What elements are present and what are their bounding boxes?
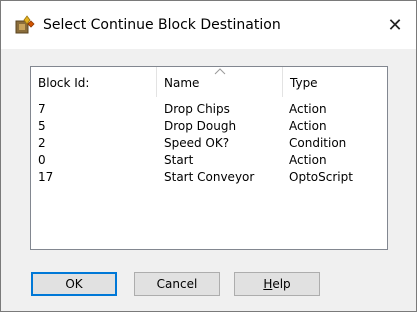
block-name-cell: Drop Dough [164, 119, 237, 133]
help-button-label: Help [263, 273, 290, 295]
block-name-cell: Start [164, 153, 194, 167]
column-header-name[interactable]: Name [157, 67, 282, 99]
block-name-cell: Drop Chips [164, 102, 230, 116]
help-button[interactable]: Help [234, 272, 320, 296]
block-type-cell: Condition [289, 136, 347, 150]
list-row[interactable]: 7 Drop Chips Action [31, 101, 387, 118]
block-id-cell: 2 [38, 136, 46, 150]
help-mnemonic: H [263, 277, 273, 291]
block-id-cell: 7 [38, 102, 46, 116]
block-type-cell: Action [289, 153, 327, 167]
block-type-cell: Action [289, 119, 327, 133]
close-button[interactable]: ✕ [378, 11, 412, 41]
title-bar[interactable]: Select Continue Block Destination ✕ [1, 1, 416, 49]
ok-button[interactable]: OK [31, 272, 117, 296]
column-header-block-id[interactable]: Block Id: [31, 67, 156, 99]
list-row[interactable]: 0 Start Action [31, 152, 387, 169]
list-row[interactable]: 17 Start Conveyor OptoScript [31, 169, 387, 186]
cancel-button[interactable]: Cancel [134, 272, 220, 296]
block-id-cell: 0 [38, 153, 46, 167]
block-type-cell: OptoScript [289, 170, 353, 184]
list-rows: 7 Drop Chips Action 5 Drop Dough Action … [31, 101, 387, 186]
help-label-rest: elp [272, 277, 291, 291]
column-header-type[interactable]: Type [283, 67, 387, 99]
block-name-cell: Speed OK? [164, 136, 230, 150]
list-row[interactable]: 5 Drop Dough Action [31, 118, 387, 135]
list-header: Block Id: Name Type [31, 67, 387, 99]
blocks-app-icon [15, 15, 35, 34]
block-list[interactable]: Block Id: Name Type 7 Drop Chips Action … [30, 66, 388, 250]
block-id-cell: 17 [38, 170, 54, 184]
dialog-title: Select Continue Block Destination [43, 17, 281, 33]
list-row[interactable]: 2 Speed OK? Condition [31, 135, 387, 152]
close-icon: ✕ [387, 15, 403, 36]
block-name-cell: Start Conveyor [164, 170, 255, 184]
block-id-cell: 5 [38, 119, 46, 133]
block-type-cell: Action [289, 102, 327, 116]
dialog-window: Select Continue Block Destination ✕ Bloc… [0, 0, 417, 312]
